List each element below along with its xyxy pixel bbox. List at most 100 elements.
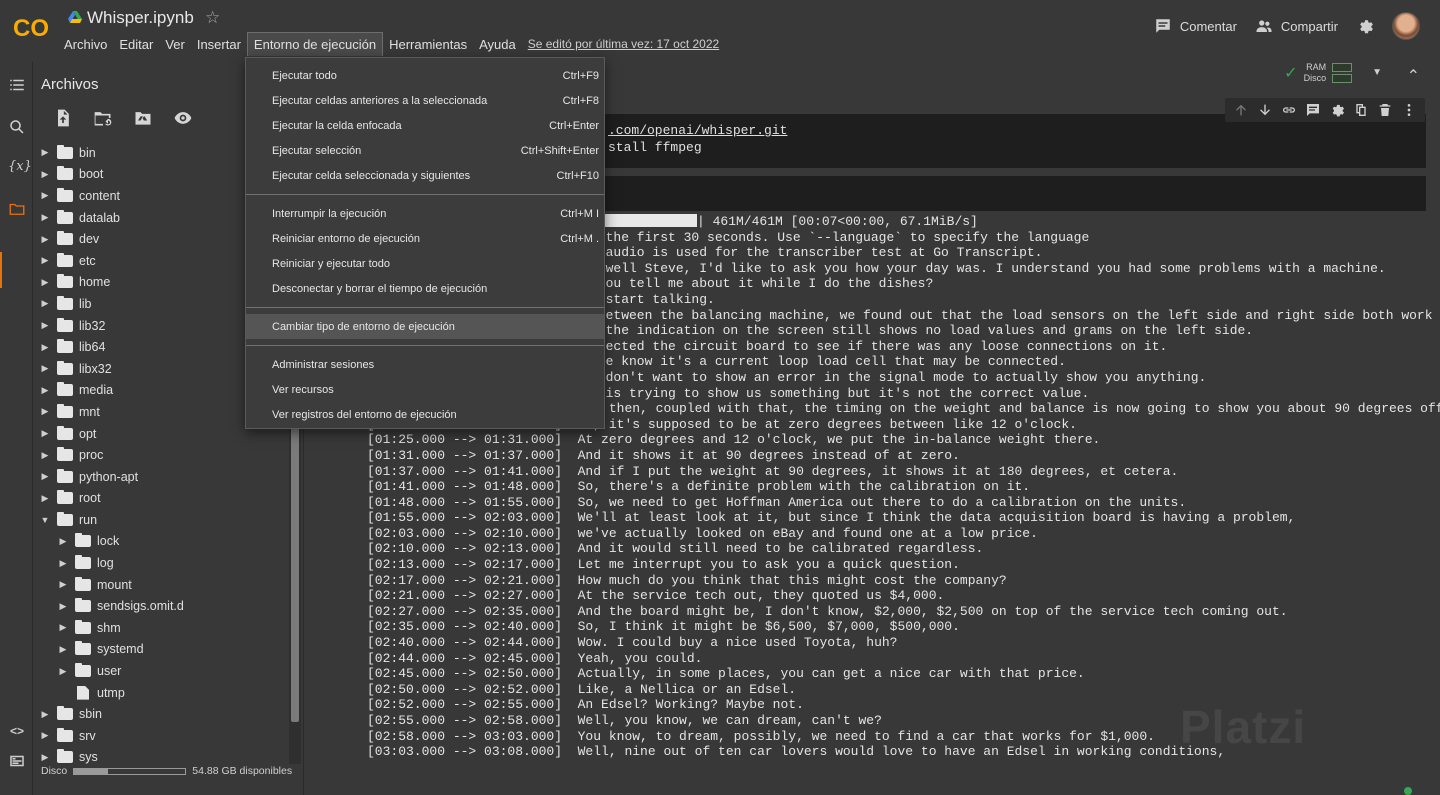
expand-right-icon[interactable]: ▶ <box>57 644 69 655</box>
expand-right-icon[interactable]: ▶ <box>39 709 51 720</box>
show-hidden-files-eye-icon[interactable] <box>173 108 193 128</box>
tree-item-lock[interactable]: ▶ lock <box>33 531 289 553</box>
menu-archivo[interactable]: Archivo <box>58 33 113 56</box>
expand-right-icon[interactable]: ▶ <box>57 666 69 677</box>
expand-right-icon[interactable]: ▶ <box>39 752 51 763</box>
expand-right-icon[interactable]: ▶ <box>39 212 51 223</box>
drive-icon[interactable] <box>68 11 82 24</box>
mirror-cell-icon[interactable] <box>1353 102 1369 118</box>
code-snippets-icon[interactable]: <> <box>8 722 26 740</box>
expand-right-icon[interactable]: ▶ <box>39 406 51 417</box>
runtime-menu-item[interactable]: Ejecutar celdas anteriores a la seleccio… <box>246 88 604 113</box>
output-line: [01:37.000 --> 01:41.000] And if I put t… <box>367 463 1179 479</box>
runtime-menu-item[interactable]: Desconectar y borrar el tiempo de ejecuc… <box>246 276 604 301</box>
expand-right-icon[interactable]: ▶ <box>57 579 69 590</box>
tree-item-sys[interactable]: ▶ sys <box>33 747 289 764</box>
menu-entorno-ejecucion[interactable]: Entorno de ejecución <box>246 32 384 56</box>
expand-right-icon[interactable]: ▶ <box>39 255 51 266</box>
settings-gear-icon[interactable] <box>1356 17 1374 35</box>
user-avatar[interactable] <box>1392 12 1420 40</box>
star-icon[interactable]: ☆ <box>205 8 220 28</box>
expand-right-icon[interactable]: ▶ <box>39 169 51 180</box>
tree-item-user[interactable]: ▶ user <box>33 660 289 682</box>
table-of-contents-icon[interactable] <box>8 76 26 94</box>
expand-right-icon[interactable]: ▶ <box>39 277 51 288</box>
expand-down-icon[interactable]: ▼ <box>39 515 51 525</box>
tree-item-sendsigs-omit-d[interactable]: ▶ sendsigs.omit.d <box>33 595 289 617</box>
runtime-menu-item[interactable]: Ejecutar celda seleccionada y siguientes… <box>246 163 604 188</box>
expand-right-icon[interactable]: ▶ <box>39 450 51 461</box>
expand-right-icon[interactable]: ▶ <box>39 147 51 158</box>
tree-item-shm[interactable]: ▶ shm <box>33 617 289 639</box>
mount-drive-icon[interactable] <box>133 108 153 128</box>
tree-item-utmp[interactable]: utmp <box>33 682 289 704</box>
expand-right-icon[interactable]: ▶ <box>57 536 69 547</box>
runtime-menu-item[interactable]: Reiniciar y ejecutar todo <box>246 251 604 276</box>
tree-item-sbin[interactable]: ▶ sbin <box>33 703 289 725</box>
more-options-icon[interactable] <box>1401 102 1417 118</box>
collapse-header-chevron-up-icon[interactable]: ⌃ <box>1407 66 1420 86</box>
notebook-title[interactable]: Whisper.ipynb <box>87 8 194 28</box>
output-line: [02:17.000 --> 02:21.000] How much do yo… <box>367 572 1007 588</box>
expand-right-icon[interactable]: ▶ <box>39 363 51 374</box>
tree-item-systemd[interactable]: ▶ systemd <box>33 639 289 661</box>
runtime-menu-item[interactable]: Ejecutar la celda enfocada Ctrl+Enter <box>246 113 604 138</box>
terminal-icon[interactable] <box>8 752 26 770</box>
delete-trash-icon[interactable] <box>1377 102 1393 118</box>
runtime-status[interactable]: ✓ RAM Disco ▼ <box>1284 62 1382 83</box>
tree-item-srv[interactable]: ▶ srv <box>33 725 289 747</box>
expand-right-icon[interactable]: ▶ <box>39 428 51 439</box>
expand-right-icon[interactable]: ▶ <box>57 622 69 633</box>
expand-right-icon[interactable]: ▶ <box>39 234 51 245</box>
expand-right-icon[interactable]: ▶ <box>39 471 51 482</box>
menu-ayuda[interactable]: Ayuda <box>473 33 522 56</box>
folder-icon <box>57 209 73 224</box>
refresh-folder-icon[interactable] <box>93 108 113 128</box>
upload-file-icon[interactable] <box>53 108 73 128</box>
expand-right-icon[interactable]: ▶ <box>39 298 51 309</box>
runtime-menu-item[interactable]: Interrumpir la ejecución Ctrl+M I <box>246 201 604 226</box>
expand-right-icon[interactable]: ▶ <box>39 730 51 741</box>
menu-ver[interactable]: Ver <box>159 33 191 56</box>
folder-icon <box>57 166 73 181</box>
folder-icon[interactable] <box>8 200 26 218</box>
variables-icon[interactable]: {x} <box>8 158 32 176</box>
runtime-menu-item[interactable]: Cambiar tipo de entorno de ejecución <box>246 314 604 339</box>
move-up-arrow-icon[interactable] <box>1233 102 1249 118</box>
expand-right-icon[interactable]: ▶ <box>57 558 69 569</box>
expand-right-icon[interactable]: ▶ <box>39 342 51 353</box>
colab-logo-icon[interactable]: CO <box>12 12 52 42</box>
tree-item-root[interactable]: ▶ root <box>33 488 289 510</box>
tree-item-run[interactable]: ▼ run <box>33 509 289 531</box>
comment-button[interactable]: Comentar <box>1154 17 1237 35</box>
search-icon[interactable] <box>8 118 26 136</box>
expand-right-icon[interactable]: ▶ <box>39 320 51 331</box>
tree-item-proc[interactable]: ▶ proc <box>33 444 289 466</box>
last-edit-link[interactable]: Se editó por última vez: 17 oct 2022 <box>528 37 719 51</box>
runtime-dropdown-chevron-icon[interactable]: ▼ <box>1372 67 1382 78</box>
tree-item-log[interactable]: ▶ log <box>33 552 289 574</box>
folder-icon <box>57 295 73 310</box>
runtime-menu-item[interactable]: Ver recursos <box>246 377 604 402</box>
menu-editar[interactable]: Editar <box>113 33 159 56</box>
runtime-menu-item[interactable]: Ejecutar selección Ctrl+Shift+Enter <box>246 138 604 163</box>
expand-right-icon[interactable]: ▶ <box>39 385 51 396</box>
expand-right-icon[interactable]: ▶ <box>39 493 51 504</box>
runtime-menu-item[interactable]: Reiniciar entorno de ejecución Ctrl+M . <box>246 226 604 251</box>
tree-item-python-apt[interactable]: ▶ python-apt <box>33 466 289 488</box>
runtime-menu-item[interactable]: Ver registros del entorno de ejecución <box>246 402 604 427</box>
tree-item-mount[interactable]: ▶ mount <box>33 574 289 596</box>
cell-settings-gear-icon[interactable] <box>1329 102 1345 118</box>
share-button[interactable]: Compartir <box>1255 17 1338 35</box>
expand-right-icon[interactable]: ▶ <box>39 190 51 201</box>
folder-icon <box>75 641 91 656</box>
output-line: [02:50.000 --> 02:52.000] Like, a Nellic… <box>367 681 797 697</box>
menu-herramientas[interactable]: Herramientas <box>383 33 473 56</box>
runtime-menu-item[interactable]: Ejecutar todo Ctrl+F9 <box>246 63 604 88</box>
link-icon[interactable] <box>1281 102 1297 118</box>
menu-insertar[interactable]: Insertar <box>191 33 247 56</box>
expand-right-icon[interactable]: ▶ <box>57 601 69 612</box>
move-down-arrow-icon[interactable] <box>1257 102 1273 118</box>
comment-cell-icon[interactable] <box>1305 102 1321 118</box>
runtime-menu-item[interactable]: Administrar sesiones <box>246 352 604 377</box>
